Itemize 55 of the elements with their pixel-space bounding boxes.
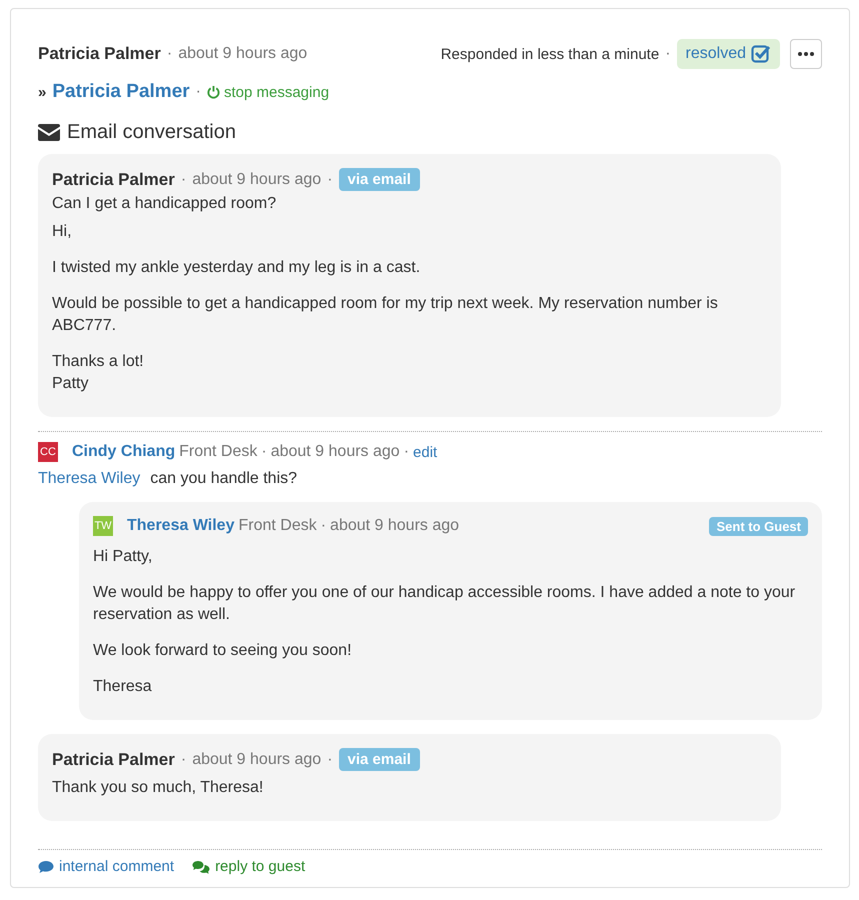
separator-dot: · bbox=[261, 443, 267, 461]
checkbox-icon bbox=[751, 44, 771, 64]
section-title: Email conversation bbox=[67, 121, 236, 144]
user-avatar: TW bbox=[93, 516, 113, 536]
message-text: We would be happy to offer you one of our handicap accessible rooms. I have added a note to your reservation as well. bbox=[93, 583, 796, 625]
speech-bubble-icon bbox=[38, 860, 54, 874]
channel-badge: via email bbox=[338, 748, 420, 771]
edit-link[interactable]: edit bbox=[413, 444, 438, 460]
timestamp: about 9 hours ago bbox=[178, 45, 308, 63]
separator-dot: · bbox=[327, 170, 333, 188]
author-name: Patricia Palmer bbox=[38, 44, 161, 64]
recipient-prefix: » bbox=[38, 84, 46, 100]
author-name: Patricia Palmer bbox=[52, 750, 175, 770]
author-name: Patricia Palmer bbox=[52, 170, 175, 190]
timestamp: about 9 hours ago bbox=[192, 170, 322, 188]
author-role: Front Desk bbox=[238, 517, 317, 535]
timestamp: about 9 hours ago bbox=[270, 443, 400, 461]
status-toggle[interactable]: resolved bbox=[676, 39, 780, 69]
separator-dot: · bbox=[196, 83, 201, 101]
separator-dot: · bbox=[180, 170, 186, 188]
comment-text: can you handle this? bbox=[150, 470, 298, 488]
separator-dot: · bbox=[404, 443, 410, 461]
status-badge: Sent to Guest bbox=[709, 516, 808, 536]
more-icon bbox=[798, 52, 814, 56]
message-text: We look forward to seeing you soon! bbox=[93, 641, 353, 661]
separator-dot: · bbox=[665, 45, 671, 63]
response-time: Responded in less than a minute bbox=[440, 46, 660, 62]
author-name[interactable]: Theresa Wiley bbox=[127, 517, 234, 535]
recipient-link[interactable]: Patricia Palmer bbox=[52, 81, 190, 103]
separator-dot: · bbox=[180, 750, 186, 768]
internal-comment-link[interactable]: internal comment bbox=[38, 858, 174, 875]
message-text: Would be possible to get a handicapped room for my trip next week. My reservation number is ABC777. bbox=[52, 294, 719, 336]
message-text: Hi, bbox=[52, 222, 73, 242]
user-avatar: CC bbox=[38, 442, 58, 462]
channel-badge: via email bbox=[338, 168, 420, 191]
message-text: I twisted my ankle yesterday and my leg is in a cast. bbox=[52, 258, 422, 278]
message-text: Thanks a lot! Patty bbox=[52, 352, 145, 394]
message-text: Thank you so much, Theresa! bbox=[52, 778, 264, 798]
speech-bubbles-icon bbox=[192, 860, 210, 874]
separator-dot: · bbox=[166, 45, 172, 63]
mention-link[interactable]: Theresa Wiley bbox=[38, 470, 140, 488]
stop-messaging-link[interactable]: stop messaging bbox=[206, 84, 330, 100]
timestamp: about 9 hours ago bbox=[192, 750, 322, 768]
author-role: Front Desk bbox=[179, 443, 258, 461]
separator-dot: · bbox=[327, 750, 333, 768]
timestamp: about 9 hours ago bbox=[330, 517, 460, 535]
power-icon bbox=[206, 85, 220, 99]
author-name[interactable]: Cindy Chiang bbox=[72, 443, 176, 461]
message-subject: Can I get a handicapped room? bbox=[52, 195, 278, 213]
envelope-icon bbox=[38, 124, 60, 141]
message-text: Hi Patty, bbox=[93, 547, 154, 567]
message-text: Theresa bbox=[93, 677, 153, 697]
reply-link[interactable]: reply to guest bbox=[192, 858, 306, 875]
more-button[interactable] bbox=[790, 39, 822, 69]
separator-dot: · bbox=[320, 517, 326, 535]
